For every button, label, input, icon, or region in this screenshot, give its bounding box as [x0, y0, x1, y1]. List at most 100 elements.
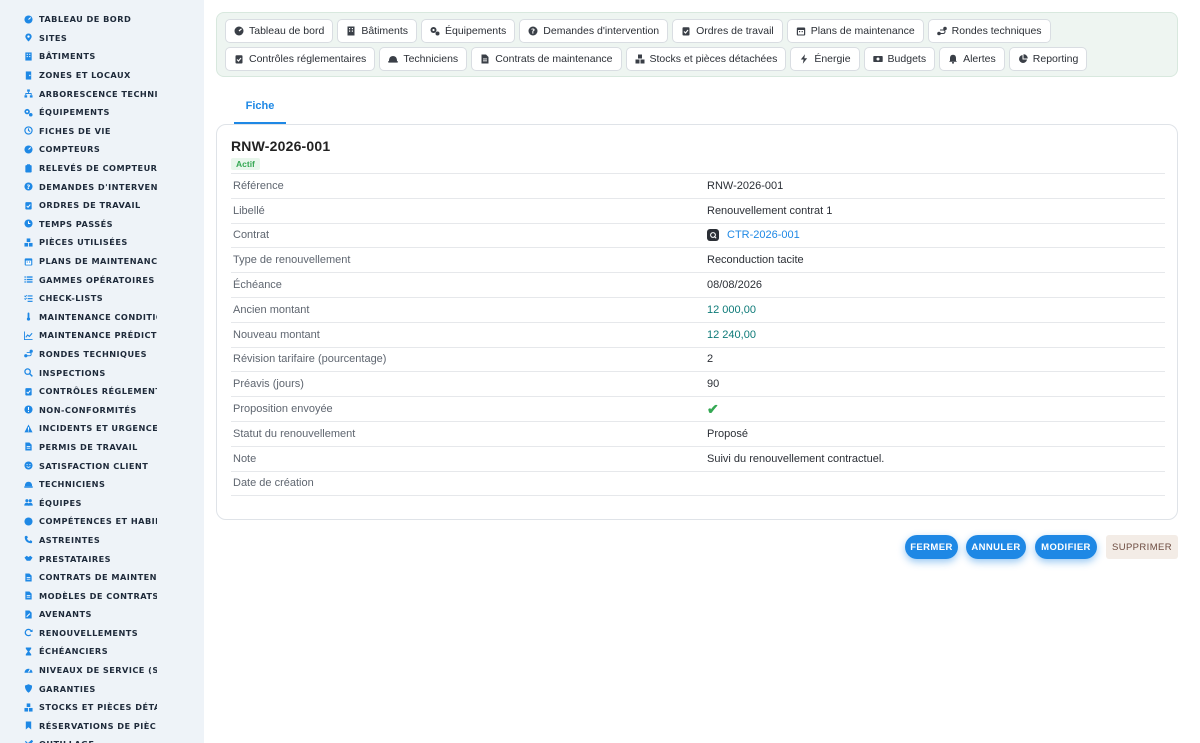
sidebar-item-arborescence-techni[interactable]: ARBORESCENCE TECHNI [0, 84, 204, 103]
delete-button[interactable]: SUPPRIMER [1106, 535, 1178, 559]
hard-hat-icon [388, 54, 403, 64]
gauge-icon [234, 26, 249, 36]
nav-chip-budgets[interactable]: Budgets [863, 47, 936, 71]
sidebar-item-incidents-et-urgences[interactable]: INCIDENTS ET URGENCES [0, 419, 204, 438]
sidebar-item-niveaux-de-service-sl[interactable]: NIVEAUX DE SERVICE (SL [0, 661, 204, 680]
sidebar-item-modeles-de-contrats[interactable]: MODÈLES DE CONTRATS [0, 586, 204, 605]
sidebar-item-stocks-et-pieces-deta[interactable]: STOCKS ET PIÈCES DÉTA [0, 698, 204, 717]
sidebar-item-competences-et-habil[interactable]: COMPÉTENCES ET HABIL [0, 512, 204, 531]
sidebar-item-maintenance-predicti[interactable]: MAINTENANCE PRÉDICTI [0, 326, 204, 345]
sidebar-item-maintenance-conditio[interactable]: MAINTENANCE CONDITIO [0, 308, 204, 327]
nav-chip-label: Bâtiments [361, 25, 408, 37]
close-button[interactable]: FERMER [905, 535, 958, 559]
sidebar-item-gammes-operatoires[interactable]: GAMMES OPÉRATOIRES [0, 270, 204, 289]
sidebar-item-check-lists[interactable]: CHECK-LISTS [0, 289, 204, 308]
nav-chip-ordres-de-travail[interactable]: Ordres de travail [672, 19, 783, 43]
sidebar-item-garanties[interactable]: GARANTIES [0, 679, 204, 698]
nav-chip-energie[interactable]: Énergie [790, 47, 860, 71]
sidebar-item-demandes-d-intervent[interactable]: ? DEMANDES D'INTERVENT [0, 177, 204, 196]
nav-chip-techniciens[interactable]: Techniciens [379, 47, 468, 71]
nav-chip-alertes[interactable]: Alertes [939, 47, 1005, 71]
gauge-icon [24, 145, 33, 154]
tab-fiche[interactable]: Fiche [234, 90, 286, 124]
nav-chip-label: Plans de maintenance [810, 25, 915, 37]
nav-chip-label: Reporting [1032, 53, 1079, 65]
door-icon [24, 71, 33, 80]
sidebar-item-echeanciers[interactable]: ÉCHÉANCIERS [0, 642, 204, 661]
sidebar-item-inspections[interactable]: INSPECTIONS [0, 363, 204, 382]
sidebar-item-batiments[interactable]: BÂTIMENTS [0, 47, 204, 66]
sidebar-item-label: SATISFACTION CLIENT [39, 460, 149, 471]
sidebar-item-controles-reglement[interactable]: CONTRÔLES RÉGLEMENT [0, 382, 204, 401]
detail-row-type-de-renouvellement: Type de renouvellement Reconduction tacit… [231, 248, 1165, 274]
detail-value-cell: 2 [707, 353, 1165, 365]
sidebar-item-releves-de-compteurs[interactable]: RELEVÉS DE COMPTEURS [0, 159, 204, 178]
sidebar-item-astreintes[interactable]: ASTREINTES [0, 531, 204, 550]
document-icon [24, 591, 33, 600]
sidebar-item-renouvellements[interactable]: RENOUVELLEMENTS [0, 624, 204, 643]
sidebar-item-equipements[interactable]: ÉQUIPEMENTS [0, 103, 204, 122]
cancel-button[interactable]: ANNULER [966, 535, 1026, 559]
sidebar-item-label: TEMPS PASSÉS [39, 218, 113, 229]
nav-chip-contrats-de-maintenance[interactable]: Contrats de maintenance [471, 47, 622, 71]
nav-chip-plans-de-maintenance[interactable]: Plans de maintenance [786, 19, 924, 43]
sidebar-item-fiches-de-vie[interactable]: FICHES DE VIE [0, 122, 204, 141]
sidebar-item-techniciens[interactable]: TECHNICIENS [0, 475, 204, 494]
detail-row-echeance: Échéance 08/08/2026 [231, 273, 1165, 298]
sidebar-item-zones-et-locaux[interactable]: ZONES ET LOCAUX [0, 66, 204, 85]
contract-link[interactable]: CTR-2026-001 [707, 229, 1165, 242]
detail-label: Type de renouvellement [233, 254, 351, 267]
detail-value: 12 000,00 [707, 303, 756, 316]
sidebar-item-reservations-de-piece[interactable]: RÉSERVATIONS DE PIÈCE [0, 717, 204, 736]
sidebar-item-label: COMPTEURS [39, 144, 101, 155]
sidebar-item-compteurs[interactable]: COMPTEURS [0, 140, 204, 159]
nav-chip-rondes-techniques[interactable]: Rondes techniques [927, 19, 1051, 43]
sidebar-item-prestataires[interactable]: PRESTATAIRES [0, 549, 204, 568]
hard-hat-icon [24, 480, 33, 489]
sidebar-item-satisfaction-client[interactable]: SATISFACTION CLIENT [0, 456, 204, 475]
sidebar-item-pieces-utilisees[interactable]: PIÈCES UTILISÉES [0, 233, 204, 252]
detail-value: CTR-2026-001 [727, 229, 800, 242]
gauge-icon [24, 15, 33, 24]
phone-icon [24, 535, 33, 544]
detail-value-cell: 12 000,00 [707, 304, 1165, 316]
detail-label: Référence [233, 179, 284, 192]
nav-chip-batiments[interactable]: Bâtiments [337, 19, 417, 43]
chart-line-icon [24, 331, 33, 340]
bolt-icon [799, 54, 814, 64]
sidebar-item-plans-de-maintenance[interactable]: PLANS DE MAINTENANCE [0, 252, 204, 271]
sidebar-item-ordres-de-travail[interactable]: ORDRES DE TRAVAIL [0, 196, 204, 215]
nav-chip-label: Contrats de maintenance [495, 53, 613, 65]
nav-chip-stocks-et-pieces-detachees[interactable]: Stocks et pièces détachées [625, 47, 787, 71]
nav-chip-reporting[interactable]: Reporting [1008, 47, 1088, 71]
sidebar-item-outillage[interactable]: OUTILLAGE [0, 735, 204, 743]
sidebar-item-label: PRESTATAIRES [39, 553, 111, 564]
cogs-icon [430, 26, 445, 36]
status-badge: Actif [231, 158, 260, 170]
nav-chip-demandes-d-intervention[interactable]: ? Demandes d'intervention [519, 19, 669, 43]
sidebar-item-label: RENOUVELLEMENTS [39, 627, 139, 638]
detail-label: Échéance [233, 279, 282, 292]
sidebar-item-temps-passes[interactable]: TEMPS PASSÉS [0, 215, 204, 234]
nav-chip-equipements[interactable]: Équipements [421, 19, 516, 43]
detail-row-contrat: Contrat CTR-2026-001 [231, 224, 1165, 249]
nav-chip-tableau-de-bord[interactable]: Tableau de bord [225, 19, 334, 43]
sidebar-item-sites[interactable]: SITES [0, 29, 204, 48]
sidebar-item-tableau-de-bord[interactable]: TABLEAU DE BORD [0, 10, 204, 29]
sidebar-item-label: CONTRÔLES RÉGLEMENT [39, 386, 157, 397]
question-icon: ? [24, 182, 33, 191]
svg-text:?: ? [531, 28, 535, 36]
detail-value: RNW-2026-001 [707, 179, 784, 192]
sidebar-item-permis-de-travail[interactable]: PERMIS DE TRAVAIL [0, 438, 204, 457]
sidebar-item-rondes-techniques[interactable]: RONDES TECHNIQUES [0, 345, 204, 364]
question-icon: ? [528, 26, 543, 36]
edit-button[interactable]: MODIFIER [1035, 535, 1097, 559]
sidebar-item-avenants[interactable]: AVENANTS [0, 605, 204, 624]
nav-chip-label: Contrôles réglementaires [249, 53, 367, 65]
sidebar-item-label: FICHES DE VIE [39, 125, 111, 136]
sidebar-item-equipes[interactable]: ÉQUIPES [0, 493, 204, 512]
nav-chip-controles-reglementaires[interactable]: Contrôles réglementaires [225, 47, 376, 71]
sidebar-item-non-conformites[interactable]: NON-CONFORMITÉS [0, 400, 204, 419]
sidebar-item-contrats-de-maintena[interactable]: CONTRATS DE MAINTENA [0, 568, 204, 587]
module-nav: Tableau de bord Bâtiments Équipements? Dema… [216, 12, 1178, 77]
